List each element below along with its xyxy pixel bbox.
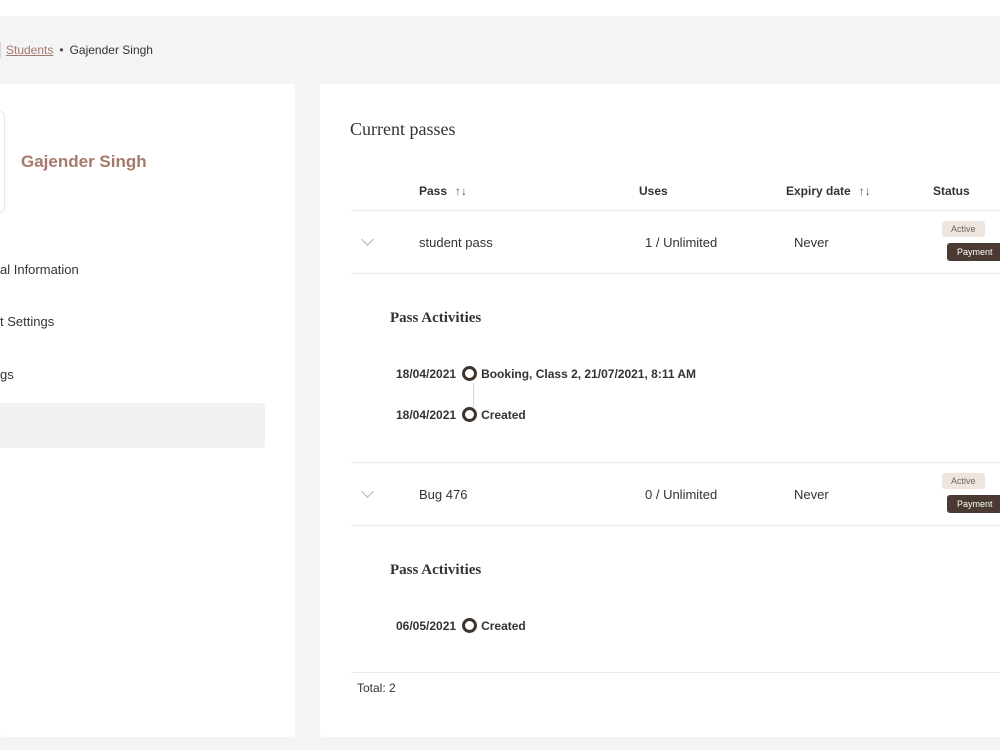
divider — [351, 210, 1000, 211]
activity-date: 18/04/2021 — [396, 407, 457, 422]
breadcrumb-link-students[interactable]: Students — [6, 43, 53, 57]
status-badge-payment: Payment — [947, 495, 1000, 513]
column-header-pass-label: Pass — [419, 184, 448, 198]
activity-item: 18/04/2021 Created — [396, 407, 526, 422]
chevron-down-icon[interactable] — [361, 233, 374, 246]
timeline-connector — [473, 383, 474, 407]
timeline-dot-icon — [462, 366, 478, 381]
column-header-pass[interactable]: Pass ↑↓ — [419, 184, 467, 198]
page-title: Current passes — [350, 119, 456, 139]
breadcrumb-separator: • — [59, 43, 64, 57]
column-header-expiry-label: Expiry date — [786, 184, 851, 198]
divider — [351, 462, 1000, 463]
activity-item: 06/05/2021 Created — [396, 618, 526, 633]
pass-activities-title: Pass Activities — [390, 562, 482, 578]
timeline-dot-icon — [462, 407, 478, 422]
column-header-expiry[interactable]: Expiry date ↑↓ — [786, 184, 871, 198]
activity-item: 18/04/2021 Booking, Class 2, 21/07/2021,… — [396, 366, 696, 381]
status-badge-active: Active — [942, 473, 985, 489]
chevron-down-icon[interactable] — [361, 485, 374, 498]
column-header-status-label: Status — [933, 184, 970, 198]
pass-activities-title: Pass Activities — [390, 310, 482, 326]
table-total: Total: 2 — [357, 681, 396, 695]
sidebar-item-active[interactable] — [0, 403, 265, 448]
activity-date: 18/04/2021 — [396, 366, 457, 381]
breadcrumb-current: Gajender Singh — [69, 43, 153, 57]
breadcrumb: Students • Gajender Singh — [0, 42, 153, 58]
divider — [351, 273, 1000, 274]
pass-uses: 1 / Unlimited — [645, 235, 718, 250]
column-header-uses-label: Uses — [639, 184, 668, 198]
pass-name: Bug 476 — [419, 487, 468, 502]
activity-text: Booking, Class 2, 21/07/2021, 8:11 AM — [481, 366, 697, 381]
breadcrumb-divider — [0, 42, 1, 58]
passes-card: Current passes Pass ↑↓ Uses Expiry date … — [320, 84, 1000, 737]
pass-name: student pass — [419, 235, 493, 250]
student-name: Gajender Singh — [21, 152, 147, 171]
top-bar — [0, 0, 1000, 16]
activity-date: 06/05/2021 — [396, 618, 457, 633]
sidebar-item-personal-information[interactable]: al Information — [0, 262, 79, 277]
pass-expiry: Never — [794, 487, 829, 502]
activity-text: Created — [481, 618, 526, 633]
column-header-status: Status — [933, 184, 970, 198]
status-badge-active: Active — [942, 221, 985, 237]
sidebar-item-settings[interactable]: gs — [0, 367, 14, 382]
student-sidebar-card: Gajender Singh al Information t Settings… — [0, 84, 295, 737]
sort-icon[interactable]: ↑↓ — [859, 184, 871, 198]
status-badge-payment: Payment — [947, 243, 1000, 261]
divider — [351, 525, 1000, 526]
timeline-dot-icon — [462, 618, 478, 633]
sort-icon[interactable]: ↑↓ — [455, 184, 467, 198]
column-header-uses: Uses — [639, 184, 668, 198]
sidebar-item-account-settings[interactable]: t Settings — [0, 314, 54, 329]
avatar — [0, 111, 5, 213]
divider — [351, 672, 1000, 673]
pass-uses: 0 / Unlimited — [645, 487, 718, 502]
activity-text: Created — [481, 407, 526, 422]
pass-expiry: Never — [794, 235, 829, 250]
